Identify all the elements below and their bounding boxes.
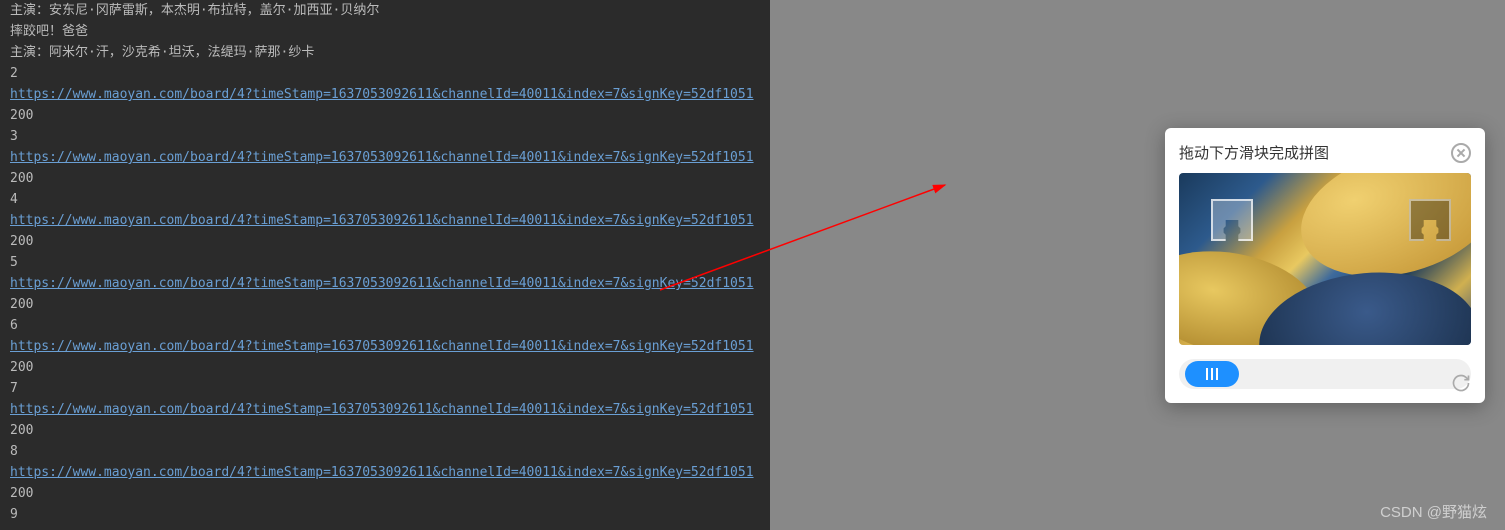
puzzle-piece-target <box>1409 199 1451 241</box>
puzzle-piece-slider[interactable] <box>1211 199 1253 241</box>
slider-track[interactable] <box>1179 359 1471 389</box>
url-link[interactable]: https://www.maoyan.com/board/4?timeStamp… <box>10 150 754 165</box>
url-link[interactable]: https://www.maoyan.com/board/4?timeStamp… <box>10 465 754 480</box>
watermark: CSDN @野猫炫 <box>1380 501 1487 522</box>
url-link[interactable]: https://www.maoyan.com/board/4?timeStamp… <box>10 87 754 102</box>
refresh-icon[interactable] <box>1451 373 1471 393</box>
captcha-dialog: 拖动下方滑块完成拼图 <box>1165 128 1485 403</box>
url-link[interactable]: https://www.maoyan.com/board/4?timeStamp… <box>10 276 754 291</box>
url-link[interactable]: https://www.maoyan.com/board/4?timeStamp… <box>10 339 754 354</box>
url-link[interactable]: https://www.maoyan.com/board/4?timeStamp… <box>10 402 754 417</box>
captcha-image <box>1179 173 1471 345</box>
slider-handle[interactable] <box>1185 361 1239 387</box>
close-icon[interactable] <box>1451 143 1471 163</box>
url-link[interactable]: https://www.maoyan.com/board/4?timeStamp… <box>10 213 754 228</box>
console-output: 主演：安东尼·冈萨雷斯，本杰明·布拉特，盖尔·加西亚·贝纳尔 摔跤吧！爸爸 主演… <box>0 0 770 530</box>
browser-pane: 拖动下方滑块完成拼图 <box>770 0 1505 530</box>
captcha-title: 拖动下方滑块完成拼图 <box>1179 142 1329 163</box>
